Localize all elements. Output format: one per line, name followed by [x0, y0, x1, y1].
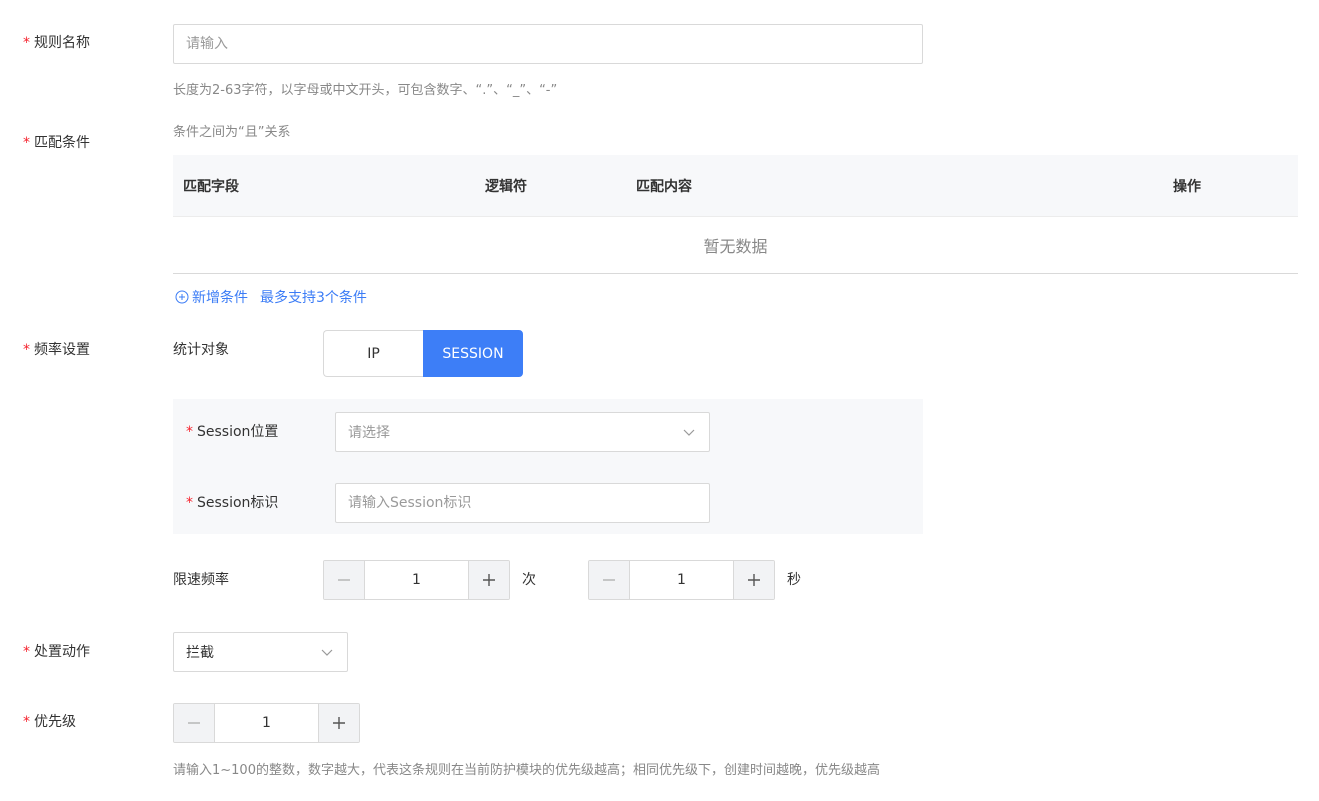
priority-value[interactable]: 1	[215, 704, 318, 742]
column-header-field: 匹配字段	[183, 178, 239, 195]
action-select[interactable]: 拦截	[173, 632, 348, 672]
plus-circle-icon	[175, 290, 189, 304]
action-label: * 处置动作	[23, 644, 90, 660]
period-increment-button[interactable]	[733, 561, 774, 599]
required-mark: *	[186, 424, 193, 440]
chevron-down-icon	[683, 429, 695, 436]
count-increment-button[interactable]	[468, 561, 509, 599]
count-value[interactable]: 1	[365, 561, 468, 599]
rule-name-label: * 规则名称	[23, 35, 90, 51]
required-mark: *	[23, 35, 30, 51]
condition-limit-text: 最多支持3个条件	[260, 290, 367, 306]
count-unit: 次	[522, 572, 536, 588]
plus-icon	[333, 717, 345, 729]
priority-label: * 优先级	[23, 714, 76, 730]
chevron-down-icon	[321, 649, 333, 656]
period-stepper: 1	[588, 560, 775, 600]
plus-icon	[483, 574, 495, 586]
required-mark: *	[23, 714, 30, 730]
minus-icon	[188, 722, 200, 724]
match-conditions-label: * 匹配条件	[23, 135, 90, 151]
column-header-operator: 逻辑符	[485, 178, 527, 195]
action-select-value: 拦截	[186, 645, 214, 661]
period-unit: 秒	[787, 572, 801, 588]
priority-decrement-button[interactable]	[174, 704, 215, 742]
required-mark: *	[23, 644, 30, 660]
conditions-table: 匹配字段 逻辑符 匹配内容 操作 暂无数据	[173, 155, 1298, 274]
add-condition-label: 新增条件	[192, 290, 248, 306]
rate-limit-label: 限速频率	[173, 572, 229, 588]
match-hint: 条件之间为“且”关系	[173, 125, 291, 140]
rule-name-input[interactable]	[173, 24, 923, 64]
required-mark: *	[23, 135, 30, 151]
target-option-session[interactable]: SESSION	[423, 330, 523, 377]
frequency-label: * 频率设置	[23, 342, 90, 358]
rule-name-hint: 长度为2-63字符，以字母或中文开头，可包含数字、“.”、“_”、“-”	[173, 83, 558, 98]
table-empty-state: 暂无数据	[173, 216, 1298, 274]
priority-increment-button[interactable]	[318, 704, 359, 742]
target-option-ip[interactable]: IP	[323, 330, 423, 377]
session-position-placeholder: 请选择	[348, 425, 390, 441]
priority-hint: 请输入1~100的整数，数字越大，代表这条规则在当前防护模块的优先级越高；相同优…	[173, 763, 880, 778]
period-decrement-button[interactable]	[589, 561, 630, 599]
column-header-content: 匹配内容	[636, 178, 692, 195]
session-id-input[interactable]	[335, 483, 710, 523]
target-label: 统计对象	[173, 342, 229, 358]
required-mark: *	[23, 342, 30, 358]
table-header: 匹配字段 逻辑符 匹配内容 操作	[173, 155, 1298, 216]
target-segmented-control: IP SESSION	[323, 330, 523, 377]
period-value[interactable]: 1	[630, 561, 733, 599]
session-position-select[interactable]: 请选择	[335, 412, 710, 452]
plus-icon	[748, 574, 760, 586]
required-mark: *	[186, 495, 193, 511]
column-header-actions: 操作	[1173, 178, 1201, 195]
session-id-label: * Session标识	[186, 495, 279, 511]
session-position-label: * Session位置	[186, 424, 279, 440]
add-condition-button[interactable]: 新增条件	[175, 287, 248, 307]
minus-icon	[338, 579, 350, 581]
minus-icon	[603, 579, 615, 581]
count-decrement-button[interactable]	[324, 561, 365, 599]
priority-stepper: 1	[173, 703, 360, 743]
count-stepper: 1	[323, 560, 510, 600]
add-condition-row: 新增条件 最多支持3个条件	[175, 287, 367, 307]
